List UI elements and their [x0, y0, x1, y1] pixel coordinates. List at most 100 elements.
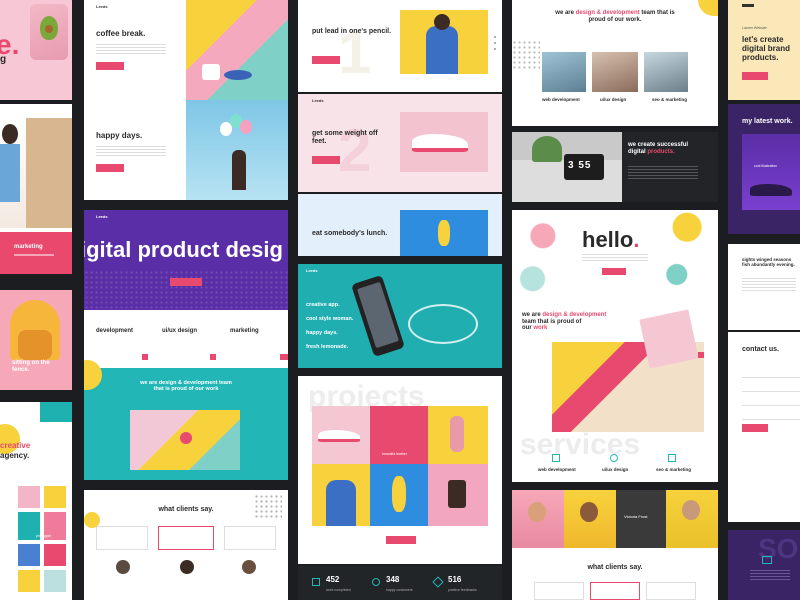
- portfolio-tile-6: [44, 544, 66, 566]
- team-tagline: we are design & development team that is…: [552, 10, 678, 23]
- hello-text: [582, 254, 648, 262]
- coffee-text: [96, 44, 166, 54]
- site-logo-2[interactable]: Leeds: [96, 214, 108, 219]
- c3-card-6: 452 work completed 348 happy customers 5…: [298, 566, 502, 600]
- contact-field-subject[interactable]: [742, 398, 800, 406]
- team-tagline-a: we are: [555, 10, 576, 16]
- c3-card-3: eat somebody's lunch.: [298, 194, 502, 256]
- portfolio-tile-8: [44, 570, 66, 592]
- avatar-1: [116, 560, 130, 574]
- c4-card-1: we are design & development team that is…: [512, 0, 718, 126]
- weight-number: 2: [338, 117, 372, 184]
- service-marketing: marketing: [230, 328, 259, 334]
- stat-icon-3: [432, 576, 444, 588]
- team-dots: [512, 40, 540, 70]
- quote-3: [224, 526, 276, 550]
- person-2-head: [580, 502, 598, 522]
- woman-body: [0, 144, 20, 202]
- portfolio-tile-1: [18, 486, 40, 508]
- service-arrow-3[interactable]: [280, 354, 288, 360]
- hero-cta-button[interactable]: [170, 278, 202, 286]
- project-shoe: [318, 430, 360, 442]
- service-development: development: [96, 328, 134, 334]
- project-boy: [326, 480, 356, 526]
- pineapple-label: pineapple: [36, 534, 52, 538]
- play-button[interactable]: [180, 432, 192, 444]
- cardboard-panel: [26, 118, 72, 228]
- app-line-4: fresh lemonade.: [306, 344, 349, 350]
- project-caption: beautiful leather: [382, 452, 407, 456]
- coffee-mug: [202, 64, 220, 80]
- latest-work-image: [742, 134, 800, 210]
- team2-c: team that is proud of: [522, 318, 582, 325]
- team2-d: our: [522, 325, 534, 332]
- brand-title: let's create digital brand products.: [742, 35, 790, 62]
- team2-b: design & development: [542, 312, 607, 318]
- weight-button[interactable]: [312, 156, 340, 164]
- digital-products-title: we create successful digital products.: [628, 142, 712, 155]
- clock-display: 3 55: [568, 160, 592, 171]
- team-tagline-2: we are design & development team that is…: [522, 312, 642, 332]
- fence-title: sitting on the fence.: [12, 360, 50, 373]
- team-photo-1: [542, 52, 586, 92]
- boy-figure: [426, 26, 458, 74]
- hello-button[interactable]: [602, 268, 626, 275]
- hello-word: hello: [582, 227, 634, 252]
- contact-field-name[interactable]: [742, 370, 800, 378]
- project-hand: [450, 416, 464, 452]
- team-service-2: ui/ux design: [600, 97, 627, 102]
- shoe-shape: [412, 134, 468, 152]
- pager-dot-1[interactable]: [494, 36, 496, 38]
- pencil-button[interactable]: [312, 56, 340, 64]
- pager-dot-2[interactable]: [494, 42, 496, 44]
- site-logo-3[interactable]: Leeds: [312, 98, 324, 103]
- service-uiux: ui/ux design: [162, 328, 198, 334]
- c1-card-3: sitting on the fence.: [0, 290, 72, 390]
- portfolio-tile-5: [18, 544, 40, 566]
- digital-text: [628, 166, 698, 180]
- person-4-head: [682, 500, 700, 520]
- stat-number-1: 452: [326, 575, 340, 584]
- c1-card-2: marketing: [0, 104, 72, 274]
- service-marketing: marketing: [14, 244, 43, 250]
- site-logo-5[interactable]: [742, 4, 754, 7]
- brand-button[interactable]: [742, 72, 768, 80]
- team-service-3: seo & marketing: [652, 97, 688, 102]
- service-arrow-2[interactable]: [210, 354, 216, 360]
- team-tagline-b: design & development: [575, 10, 640, 16]
- marketing-line: [14, 254, 54, 256]
- site-logo[interactable]: Leeds: [96, 4, 108, 9]
- portfolio-tile-2: [44, 486, 66, 508]
- services-watermark: services: [520, 428, 641, 461]
- latest-caption: cool illustration: [754, 164, 778, 168]
- projects-button[interactable]: [386, 536, 416, 544]
- contact-submit-button[interactable]: [742, 424, 768, 432]
- stat-label-3: positive feedbacks: [448, 588, 477, 592]
- sights-text: [742, 278, 796, 292]
- pager-dot-3[interactable]: [494, 48, 496, 50]
- agency-title: agency.: [0, 451, 30, 460]
- c3-card-4: Leeds creative app. cool style woman. ha…: [298, 264, 502, 368]
- app-line-1: creative app.: [306, 302, 340, 308]
- pencil-title: put lead in one's pencil.: [312, 28, 392, 35]
- contact-field-email[interactable]: [742, 384, 800, 392]
- clients-title-2: what clients say.: [587, 564, 643, 571]
- quote-box-1: [534, 582, 584, 600]
- marketing-block: [0, 232, 72, 274]
- site-logo-4[interactable]: Leeds: [306, 268, 318, 273]
- team-service-1: web development: [542, 97, 580, 102]
- shoe-silhouette: [750, 184, 792, 196]
- service-arrow-1[interactable]: [142, 354, 148, 360]
- desk-arrow[interactable]: [698, 352, 704, 358]
- pineapple-shape: [438, 220, 450, 246]
- avocado-pit: [45, 25, 53, 33]
- contact-field-message[interactable]: [742, 412, 800, 420]
- coffee-button[interactable]: [96, 62, 124, 70]
- quote-1: [96, 526, 148, 550]
- svc-label-2: ui/ux design: [602, 467, 629, 472]
- teal-corner: [40, 402, 72, 422]
- c1-card-4: creative agency. pineapple: [0, 402, 72, 600]
- happy-button[interactable]: [96, 164, 124, 172]
- yellow-blob-team: [698, 0, 718, 16]
- stat-icon-1: [312, 578, 320, 586]
